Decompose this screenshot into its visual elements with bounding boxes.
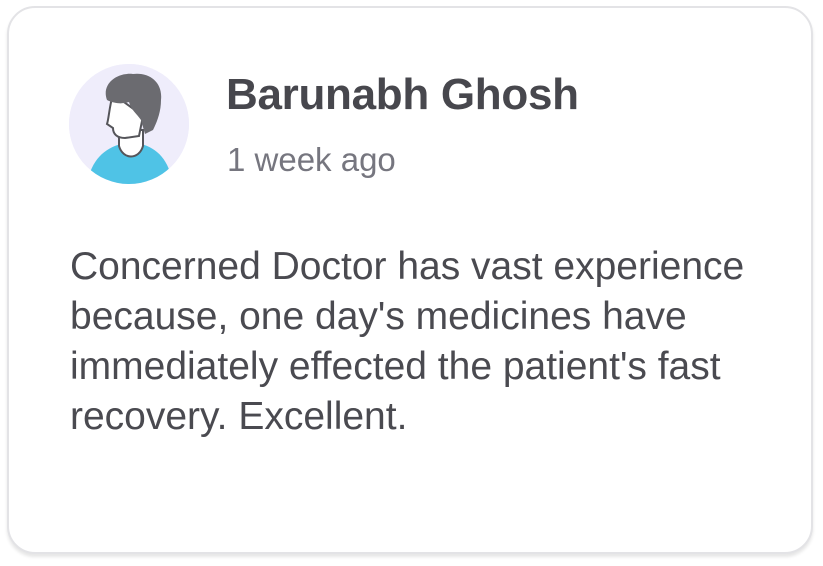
author-name: Barunabh Ghosh (226, 70, 579, 119)
review-card: Barunabh Ghosh 1 week ago Concerned Doct… (7, 6, 813, 554)
user-avatar-icon (69, 64, 189, 184)
posted-time: 1 week ago (227, 141, 396, 178)
review-text: Concerned Doctor has vast experience bec… (70, 245, 745, 438)
